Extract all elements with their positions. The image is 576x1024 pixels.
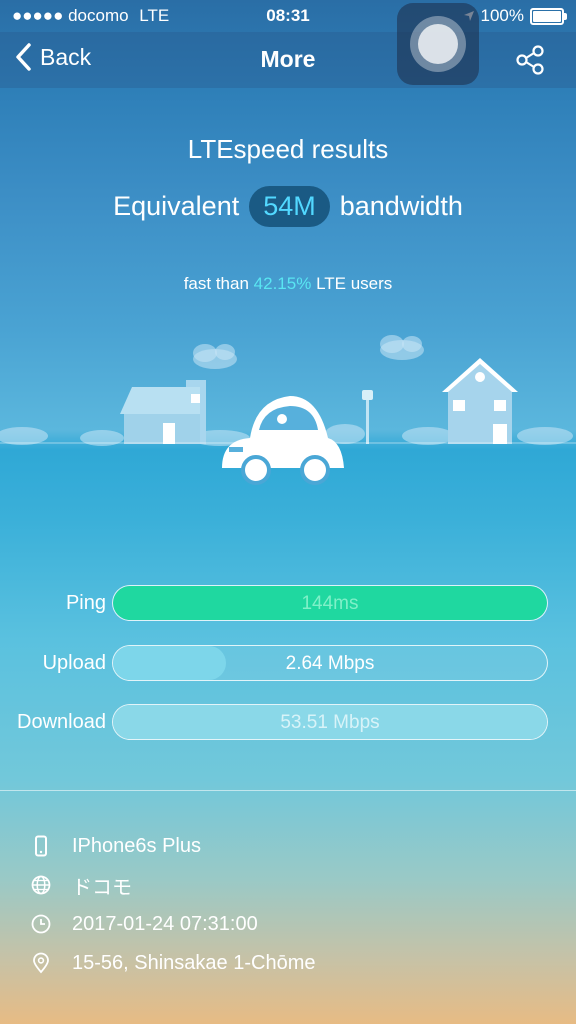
metric-row-ping: Ping 144ms [0, 583, 576, 623]
results-title: LTEspeed results [187, 134, 389, 164]
info-row-device: IPhone6s Plus [30, 831, 201, 861]
device-name: IPhone6s Plus [72, 834, 201, 857]
metric-row-upload: Upload 2.64 Mbps [0, 643, 576, 683]
bandwidth-badge: 54M [249, 186, 330, 227]
battery-percent: 100% [480, 6, 524, 25]
test-timestamp: 2017-01-24 07:31:00 [72, 912, 258, 935]
house-right-icon [442, 358, 518, 444]
share-icon [516, 45, 544, 75]
download-label: Download [17, 711, 106, 733]
clock-icon [31, 914, 51, 934]
house-left-icon [120, 380, 206, 444]
assistive-touch-button[interactable] [397, 3, 479, 85]
location-pin-icon [33, 952, 49, 974]
info-row-time: 2017-01-24 07:31:00 [30, 909, 258, 939]
upload-bar: 2.64 Mbps [112, 645, 548, 681]
ping-label: Ping [65, 592, 106, 614]
comparison-percent: 42.15% [253, 274, 312, 293]
upload-label: Upload [42, 652, 106, 674]
bandwidth-prefix: Equivalent [113, 191, 240, 221]
bandwidth-suffix: bandwidth [339, 191, 463, 221]
phone-icon [35, 835, 47, 857]
location-address: 15-56, Shinsakae 1-Chōme [72, 951, 316, 974]
share-button[interactable] [514, 44, 546, 81]
bandwidth-line: Equivalent 54M bandwidth [0, 186, 576, 227]
ping-value: 144ms [301, 593, 359, 614]
carrier-label: ドコモ [72, 876, 132, 899]
comparison-suffix: LTE users [316, 274, 393, 293]
status-bar: ●●●●● docomo LTE 08:31 100% [0, 0, 576, 32]
page-title: More [260, 46, 316, 72]
nav-bar: Back More [0, 32, 576, 88]
download-bar: 53.51 Mbps [112, 704, 548, 740]
horizon-line [0, 442, 576, 444]
upload-value: 2.64 Mbps [285, 653, 375, 674]
divider [0, 790, 576, 791]
scene-illustration [0, 335, 573, 485]
metric-row-download: Download 53.51 Mbps [0, 702, 576, 742]
ping-bar: 144ms [112, 585, 548, 621]
info-row-carrier: ドコモ [30, 870, 132, 900]
download-value: 53.51 Mbps [280, 712, 380, 733]
globe-icon [31, 875, 51, 895]
battery-icon [530, 7, 567, 25]
info-row-location: 15-56, Shinsakae 1-Chōme [30, 948, 315, 978]
comparison-text: fast than 42.15% LTE users [0, 274, 576, 294]
comparison-prefix: fast than [183, 274, 249, 293]
